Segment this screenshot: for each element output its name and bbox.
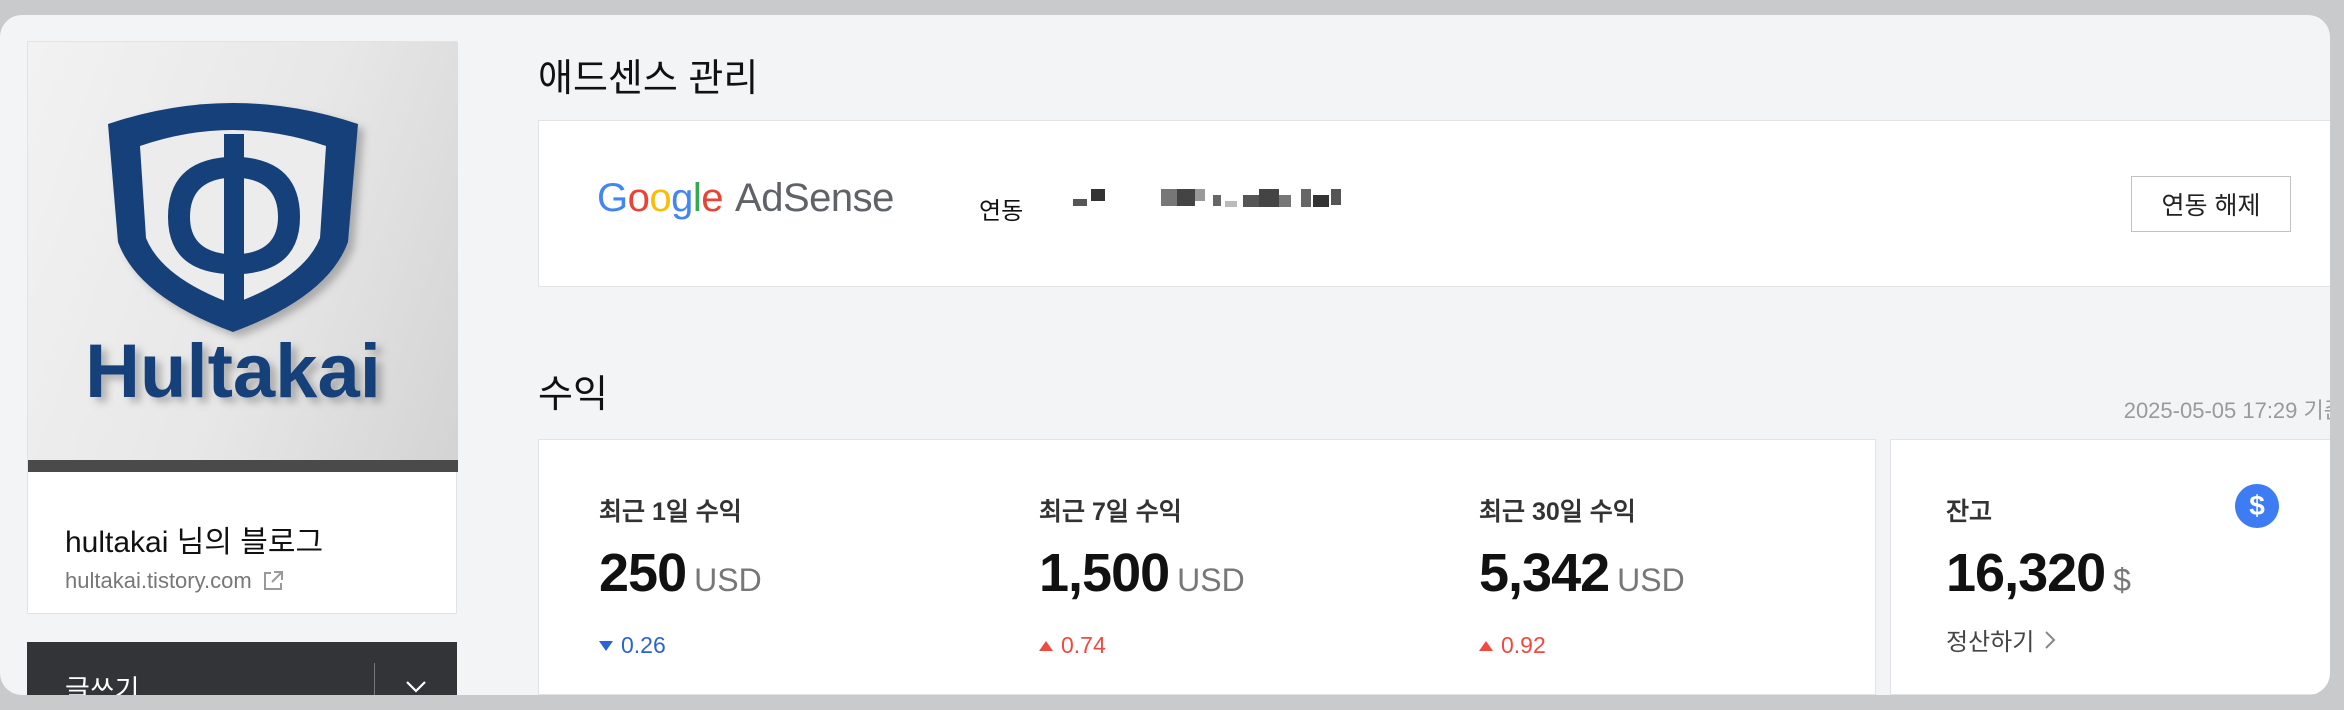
stat-amount: 5,342 — [1479, 543, 1610, 603]
logo-letter: G — [597, 176, 628, 220]
stat-change: 0.26 — [599, 632, 666, 659]
stat-label: 최근 30일 수익 — [1479, 498, 1636, 526]
stat-change: 0.74 — [1039, 632, 1106, 659]
revenue-timestamp: 2025-05-05 17:29 기준 — [2123, 398, 2330, 423]
logo-letter: g — [671, 176, 693, 220]
blog-url-link[interactable]: hultakai.tistory.com — [65, 568, 284, 594]
balance-amount: 16,320 — [1946, 543, 2106, 603]
stat-change-value: 0.74 — [1061, 632, 1106, 658]
dollar-icon: $ — [2235, 484, 2279, 528]
balance-card: 잔고 16,320 $ $ 정산하기 — [1890, 439, 2330, 695]
blog-name[interactable]: hultakai 님의 블로그 — [65, 517, 323, 561]
adsense-link-card: Google AdSense 연동 연동 해제 — [538, 120, 2330, 287]
stat-unit: USD — [1617, 562, 1685, 598]
blog-thumbnail-image: Hultakai — [28, 42, 458, 472]
logo-wordmark: Hultakai — [85, 329, 381, 414]
revenue-summary-card: 최근 1일 수익 250 USD 0.26 최근 7일 수익 1,500 USD — [538, 439, 1876, 695]
adsense-wordmark: AdSense — [735, 176, 894, 220]
increase-arrow-icon — [1479, 640, 1493, 651]
balance-label: 잔고 — [1946, 498, 1993, 526]
write-post-button[interactable]: 글쓰기 — [27, 668, 374, 696]
stat-label: 최근 7일 수익 — [1039, 498, 1182, 526]
blog-profile-card: Hultakai hultakai 님의 블로그 hultakai.tistor… — [27, 41, 458, 614]
stat-label: 최근 1일 수익 — [599, 498, 742, 526]
linked-account-label: 연동 — [979, 198, 1024, 225]
blog-url-text[interactable]: hultakai.tistory.com — [65, 568, 252, 594]
balance-unit: $ — [2113, 562, 2131, 598]
write-post-bar: 글쓰기 — [27, 642, 457, 695]
decrease-arrow-icon — [599, 640, 613, 651]
balance-value: 16,320 $ — [1946, 542, 2131, 604]
stat-value: 5,342 USD — [1479, 542, 1685, 604]
thumbnail-floor — [28, 460, 458, 472]
write-options-toggle[interactable] — [375, 642, 457, 695]
external-link-icon[interactable] — [262, 570, 284, 592]
stat-unit: USD — [1177, 562, 1245, 598]
stat-amount: 250 — [599, 543, 687, 603]
stat-value: 1,500 USD — [1039, 542, 1245, 604]
settle-link[interactable]: 정산하기 — [1946, 622, 2056, 657]
increase-arrow-icon — [1039, 640, 1053, 651]
stat-value: 250 USD — [599, 542, 762, 604]
chevron-down-icon[interactable] — [405, 680, 427, 694]
stat-amount: 1,500 — [1039, 543, 1170, 603]
logo-letter: o — [627, 176, 650, 220]
logo-letter: o — [649, 176, 672, 220]
sidebar: Hultakai hultakai 님의 블로그 hultakai.tistor… — [27, 41, 458, 695]
revenue-section-title: 수익 — [538, 374, 608, 416]
unlink-adsense-button[interactable]: 연동 해제 — [2131, 176, 2291, 232]
stat-change-value: 0.26 — [621, 632, 666, 658]
stat-change-value: 0.92 — [1501, 632, 1546, 658]
settle-label[interactable]: 정산하기 — [1946, 622, 2034, 657]
stat-unit: USD — [694, 562, 762, 598]
logo-letter: e — [701, 176, 724, 220]
chevron-right-icon[interactable] — [2044, 630, 2056, 650]
logo-letter: l — [692, 176, 702, 220]
adsense-section-title: 애드센스 관리 — [538, 58, 759, 100]
app-window: Hultakai hultakai 님의 블로그 hultakai.tistor… — [0, 15, 2330, 695]
hultakai-logo: Hultakai — [85, 103, 381, 414]
google-adsense-logo: Google AdSense — [597, 176, 894, 221]
stat-change: 0.92 — [1479, 632, 1546, 659]
